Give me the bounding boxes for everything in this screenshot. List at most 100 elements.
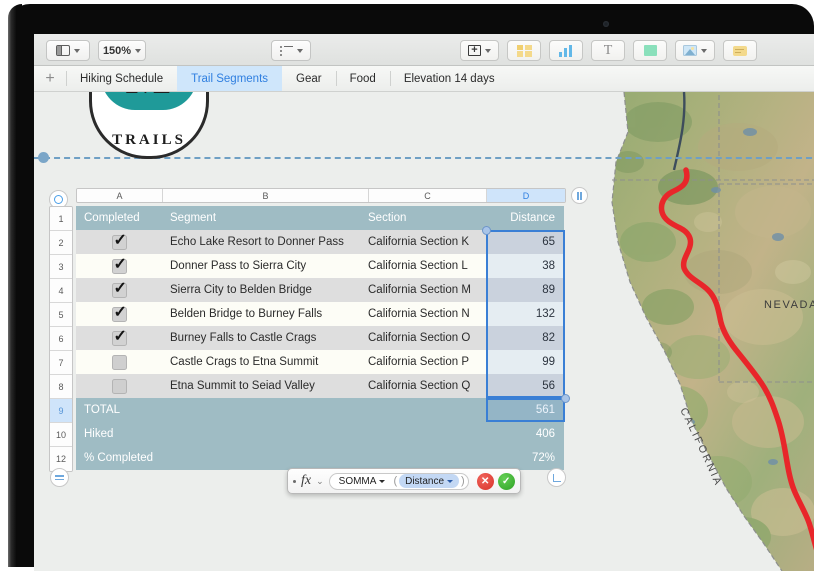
table-row[interactable]: Castle Crags to Etna Summit California S…: [76, 350, 564, 374]
tab-trail-segments[interactable]: Trail Segments: [177, 66, 283, 91]
add-row-handle[interactable]: [50, 468, 69, 487]
row-header-5[interactable]: 5: [50, 303, 72, 327]
column-header-b[interactable]: B: [163, 189, 369, 202]
formula-close-paren: ): [461, 475, 465, 487]
trails-logo[interactable]: M TRAILS: [89, 92, 209, 159]
checkbox-checked[interactable]: [111, 304, 127, 322]
checkbox-checked[interactable]: [111, 280, 127, 298]
formula-input[interactable]: SOMMA ( Distance ): [328, 472, 469, 490]
cell-segment[interactable]: Belden Bridge to Burney Falls: [162, 308, 368, 320]
cell-completed[interactable]: [76, 378, 162, 394]
add-sheet-button[interactable]: +: [34, 66, 66, 91]
view-button[interactable]: [46, 40, 90, 61]
row-header-7[interactable]: 7: [50, 351, 72, 375]
cell-distance[interactable]: 89: [486, 284, 564, 296]
bezel-edge: [8, 4, 22, 567]
table-resize-handle[interactable]: [547, 468, 566, 487]
formula-function-token[interactable]: SOMMA: [332, 474, 392, 488]
row-header-4[interactable]: 4: [50, 279, 72, 303]
cell-segment[interactable]: Sierra City to Belden Bridge: [162, 284, 368, 296]
accept-formula-button[interactable]: ✓: [497, 472, 515, 490]
row-header-9[interactable]: 9: [50, 399, 72, 423]
selection-handle-bottom[interactable]: [561, 394, 570, 403]
footer-value-hiked[interactable]: 406: [486, 428, 564, 440]
cell-completed[interactable]: [76, 232, 162, 250]
checkbox-unchecked[interactable]: [111, 378, 127, 394]
tab-gear[interactable]: Gear: [282, 66, 336, 91]
cell-distance[interactable]: 65: [486, 236, 564, 248]
checkbox-unchecked[interactable]: [111, 354, 127, 370]
row-header-6[interactable]: 6: [50, 327, 72, 351]
cell-distance[interactable]: 38: [486, 260, 564, 272]
formula-function-name: SOMMA: [338, 475, 377, 487]
table-footer-row[interactable]: TOTAL 561: [76, 398, 564, 422]
chart-button[interactable]: [549, 40, 583, 61]
table-footer-row[interactable]: Hiked 406: [76, 422, 564, 446]
cell-segment[interactable]: Etna Summit to Seiad Valley: [162, 380, 368, 392]
tab-hiking-schedule[interactable]: Hiking Schedule: [66, 66, 177, 91]
zoom-level-dropdown[interactable]: 150%: [98, 40, 146, 61]
insert-table-button[interactable]: [460, 40, 499, 61]
cell-completed[interactable]: [76, 328, 162, 346]
cell-segment[interactable]: Echo Lake Resort to Donner Pass: [162, 236, 368, 248]
cell-distance[interactable]: 82: [486, 332, 564, 344]
cell-section[interactable]: California Section Q: [368, 380, 486, 392]
row-header-2[interactable]: 2: [50, 231, 72, 255]
chevron-down-icon[interactable]: ⌄: [316, 476, 324, 487]
tab-food[interactable]: Food: [335, 66, 390, 91]
column-header-d[interactable]: D: [487, 189, 565, 202]
comment-button[interactable]: [723, 40, 757, 61]
table-row[interactable]: Echo Lake Resort to Donner Pass Californ…: [76, 230, 564, 254]
cell-section[interactable]: California Section P: [368, 356, 486, 368]
header-cell-section: Section: [368, 212, 407, 224]
text-button[interactable]: T: [591, 40, 625, 61]
table-row[interactable]: Sierra City to Belden Bridge California …: [76, 278, 564, 302]
cell-section[interactable]: California Section N: [368, 308, 486, 320]
add-column-handle[interactable]: [571, 187, 588, 204]
column-header-c[interactable]: C: [369, 189, 487, 202]
shape-button[interactable]: [633, 40, 667, 61]
cell-completed[interactable]: [76, 280, 162, 298]
cell-segment[interactable]: Castle Crags to Etna Summit: [162, 356, 368, 368]
media-button[interactable]: [675, 40, 715, 61]
tab-elevation-14-days[interactable]: Elevation 14 days: [389, 66, 509, 91]
cancel-formula-button[interactable]: ✕: [476, 472, 494, 490]
cell-segment[interactable]: Burney Falls to Castle Crags: [162, 332, 368, 344]
checkbox-checked[interactable]: [111, 232, 127, 250]
cell-section[interactable]: California Section K: [368, 236, 486, 248]
row-header-10[interactable]: 10: [50, 423, 72, 447]
cell-section[interactable]: California Section L: [368, 260, 486, 272]
selection-handle-top[interactable]: [482, 226, 491, 235]
checkbox-checked[interactable]: [111, 328, 127, 346]
footer-value-pct-completed[interactable]: 72%: [486, 452, 564, 464]
cell-distance[interactable]: 132: [486, 308, 564, 320]
formula-argument-token[interactable]: Distance: [399, 474, 460, 488]
checkbox-checked[interactable]: [111, 256, 127, 274]
table-row[interactable]: Donner Pass to Sierra City California Se…: [76, 254, 564, 278]
table-row[interactable]: Etna Summit to Seiad Valley California S…: [76, 374, 564, 398]
chevron-down-icon: [447, 479, 454, 483]
webcam-icon: [603, 21, 609, 27]
row-header-1[interactable]: 1: [50, 207, 72, 231]
cell-segment[interactable]: Donner Pass to Sierra City: [162, 260, 368, 272]
table-row[interactable]: Belden Bridge to Burney Falls California…: [76, 302, 564, 326]
screen: 150% + T + Hiking Schedule Trail Segment…: [34, 34, 814, 571]
footer-label-pct-completed: % Completed: [84, 452, 154, 464]
row-header-3[interactable]: 3: [50, 255, 72, 279]
cell-section[interactable]: California Section M: [368, 284, 486, 296]
table-plus-icon: [468, 45, 481, 56]
list-format-dropdown[interactable]: [271, 40, 311, 61]
footer-value-total[interactable]: 561: [486, 404, 564, 416]
cell-section[interactable]: California Section O: [368, 332, 486, 344]
table-footer-row[interactable]: % Completed 72%: [76, 446, 564, 470]
table-button[interactable]: [507, 40, 541, 61]
cell-completed[interactable]: [76, 304, 162, 322]
cell-completed[interactable]: [76, 256, 162, 274]
row-header-8[interactable]: 8: [50, 375, 72, 399]
cell-distance[interactable]: 99: [486, 356, 564, 368]
table-row[interactable]: Burney Falls to Castle Crags California …: [76, 326, 564, 350]
cell-distance[interactable]: 56: [486, 380, 564, 392]
alignment-guide-dot: [38, 152, 49, 163]
cell-completed[interactable]: [76, 354, 162, 370]
column-header-a[interactable]: A: [77, 189, 163, 202]
